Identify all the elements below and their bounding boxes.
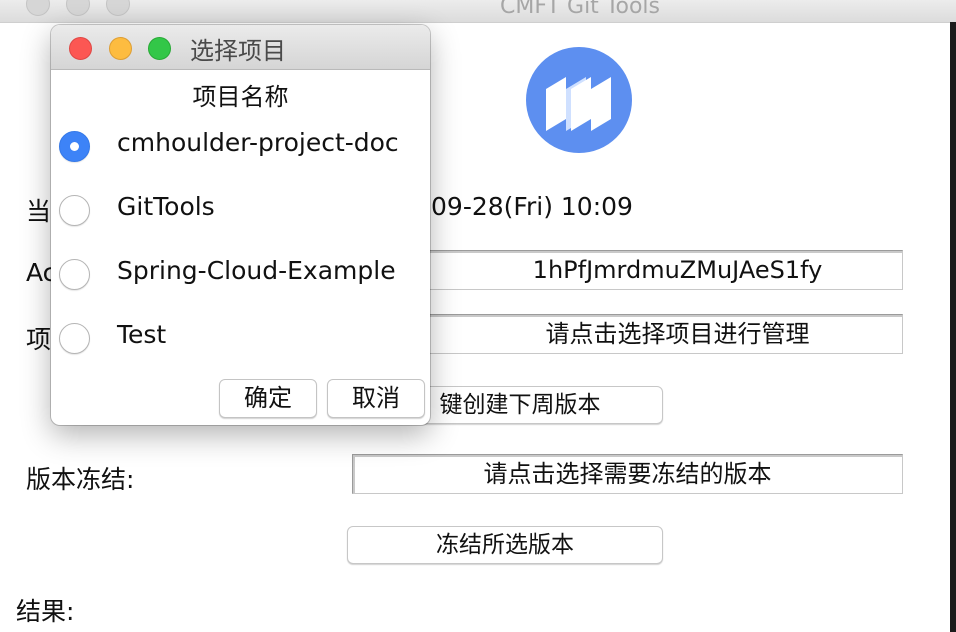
project-option-cmhoulder-project-doc[interactable]: cmhoulder-project-doc [51,122,430,174]
dialog-minimize-button[interactable] [109,37,132,60]
project-option-gittools[interactable]: GitTools [51,186,430,238]
freeze-version-button-label: 冻结所选版本 [436,532,574,558]
freeze-version-selector[interactable]: 请点击选择需要冻结的版本 [352,454,903,494]
project-option-spring-cloud-example[interactable]: Spring-Cloud-Example [51,250,430,302]
select-project-dialog: 选择项目 项目名称 cmhoulder-project-doc GitTools… [51,25,430,425]
project-selector[interactable]: 请点击选择项目进行管理 [352,314,903,354]
result-label: 结果: [16,597,75,626]
radio-unselected-icon[interactable] [59,195,90,226]
project-name-header: 项目名称 [192,83,289,111]
time-label: 当 [26,197,52,226]
ok-button[interactable]: 确定 [219,379,317,418]
dialog-zoom-button[interactable] [148,37,171,60]
cancel-button[interactable]: 取消 [327,379,425,418]
main-window-title: CMFT Git Tools [499,0,660,19]
radio-unselected-icon[interactable] [59,323,90,354]
desktop-edge [950,22,956,632]
project-label: 项 [26,325,52,354]
project-option-test[interactable]: Test [51,314,430,366]
project-option-label: Spring-Cloud-Example [117,256,396,285]
version-freeze-label: 版本冻结: [26,465,135,494]
project-option-label: cmhoulder-project-doc [117,128,399,157]
radio-selected-icon[interactable] [59,131,90,162]
project-selector-text: 请点击选择项目进行管理 [545,320,810,348]
project-option-label: GitTools [117,192,215,221]
time-value: -09-28(Fri) 10:09 [422,192,633,221]
radio-unselected-icon[interactable] [59,259,90,290]
account-field[interactable]: 1hPfJmrdmuZMuJAeS1fy [352,250,903,290]
freeze-version-button[interactable]: 冻结所选版本 [347,526,663,564]
app-logo-icon [526,47,632,153]
create-next-week-version-label: 键创建下周版本 [439,392,601,418]
account-value: 1hPfJmrdmuZMuJAeS1fy [532,256,823,284]
main-title-bar: CMFT Git Tools [0,0,956,23]
dialog-title: 选择项目 [190,37,286,65]
project-option-label: Test [117,320,167,349]
dialog-title-bar: 选择项目 [51,25,430,70]
freeze-version-selector-text: 请点击选择需要冻结的版本 [483,460,772,488]
dialog-close-button[interactable] [69,37,92,60]
